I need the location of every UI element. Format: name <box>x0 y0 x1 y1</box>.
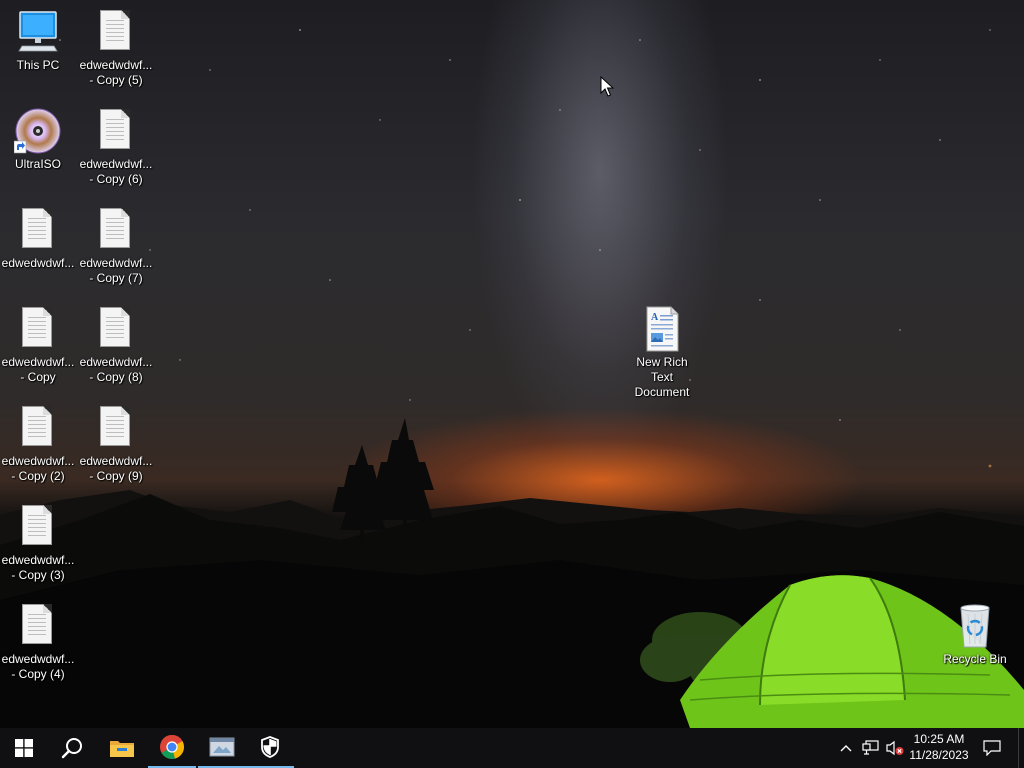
this-pc-label: This PC <box>16 58 60 72</box>
mouse-cursor-icon <box>600 76 614 97</box>
text-file-edwedwdwf-copy-8[interactable]: edwedwdwf... - Copy (8) <box>78 305 154 385</box>
recycle-bin-label: Recycle Bin <box>943 652 1007 666</box>
taskbar-clock[interactable]: 10:25 AM 11/28/2023 <box>906 731 972 763</box>
text-file-icon <box>92 404 140 452</box>
chevron-up-icon <box>840 745 852 752</box>
taskbar-file-explorer[interactable] <box>98 728 146 768</box>
tray-network[interactable] <box>860 728 882 768</box>
text-file-edwedwdwf-copy-7[interactable]: edwedwdwf... - Copy (7) <box>78 206 154 286</box>
rich-text-document-icon: A <box>646 306 679 352</box>
windows-start-icon <box>15 739 33 757</box>
recycle-bin-icon <box>960 604 990 648</box>
file-label: edwedwdwf... - Copy (7) <box>79 256 153 285</box>
text-file-icon <box>14 602 62 650</box>
text-file-icon <box>92 107 140 155</box>
search-button[interactable] <box>48 728 96 768</box>
file-label: edwedwdwf... - Copy (2) <box>1 454 75 483</box>
text-file-icon <box>14 305 62 353</box>
this-pc-icon-shortcut[interactable]: This PC <box>0 8 76 73</box>
text-file-edwedwdwf-copy-3[interactable]: edwedwdwf... - Copy (3) <box>0 503 76 583</box>
svg-text:A: A <box>651 312 659 323</box>
file-label: edwedwdwf... - Copy (3) <box>1 553 75 582</box>
file-label: edwedwdwf... <box>1 256 75 270</box>
text-file-icon <box>92 305 140 353</box>
text-file-icon <box>14 206 62 254</box>
folder-icon <box>110 741 134 757</box>
computer-icon <box>18 11 58 52</box>
search-icon <box>61 738 82 759</box>
network-icon <box>862 740 879 755</box>
chrome-icon <box>160 734 184 759</box>
rich-text-label: New Rich Text Document <box>634 355 690 399</box>
tray-chevron[interactable] <box>836 728 856 768</box>
taskbar-chrome[interactable] <box>148 728 196 768</box>
text-file-icon <box>14 404 62 452</box>
ultraiso-label: UltraISO <box>14 157 61 171</box>
shield-icon <box>261 736 279 758</box>
file-label: edwedwdwf... - Copy <box>1 355 75 384</box>
desktop[interactable]: This PC UltraISO edwedwdwf... edwedwdwf.… <box>0 0 1024 728</box>
recycle-bin-shortcut[interactable]: Recycle Bin <box>937 602 1013 667</box>
notification-icon <box>983 740 1001 756</box>
new-rich-text-document-file[interactable]: A New Rich Text Document <box>624 305 700 400</box>
file-label: edwedwdwf... - Copy (8) <box>79 355 153 384</box>
text-file-edwedwdwf-copy-9[interactable]: edwedwdwf... - Copy (9) <box>78 404 154 484</box>
ultraiso-icon-shortcut[interactable]: UltraISO <box>0 107 76 172</box>
text-file-edwedwdwf[interactable]: edwedwdwf... <box>0 206 76 271</box>
taskbar-app-window[interactable] <box>198 728 246 768</box>
start-button[interactable] <box>0 728 48 768</box>
taskbar-windows-security[interactable] <box>246 728 294 768</box>
file-label: edwedwdwf... - Copy (4) <box>1 652 75 681</box>
text-file-edwedwdwf-copy-2[interactable]: edwedwdwf... - Copy (2) <box>0 404 76 484</box>
file-label: edwedwdwf... - Copy (9) <box>79 454 153 483</box>
app-window-icon <box>209 737 235 757</box>
tray-volume[interactable] <box>884 728 906 768</box>
text-file-edwedwdwf-copy-4[interactable]: edwedwdwf... - Copy (4) <box>0 602 76 682</box>
file-label: edwedwdwf... - Copy (5) <box>79 58 153 87</box>
disc-icon <box>13 108 61 154</box>
text-file-edwedwdwf-copy[interactable]: edwedwdwf... - Copy <box>0 305 76 385</box>
text-file-edwedwdwf-copy-5[interactable]: edwedwdwf... - Copy (5) <box>78 8 154 88</box>
notification-center-button[interactable] <box>978 728 1006 768</box>
show-desktop-button[interactable] <box>1018 728 1024 768</box>
clock-date: 11/28/2023 <box>909 748 969 762</box>
text-file-icon <box>14 503 62 551</box>
text-file-icon <box>92 206 140 254</box>
clock-time: 10:25 AM <box>913 732 965 746</box>
volume-muted-icon <box>886 740 904 756</box>
text-file-edwedwdwf-copy-6[interactable]: edwedwdwf... - Copy (6) <box>78 107 154 187</box>
taskbar: 10:25 AM 11/28/2023 <box>0 728 1024 768</box>
text-file-icon <box>92 8 140 56</box>
file-label: edwedwdwf... - Copy (6) <box>79 157 153 186</box>
